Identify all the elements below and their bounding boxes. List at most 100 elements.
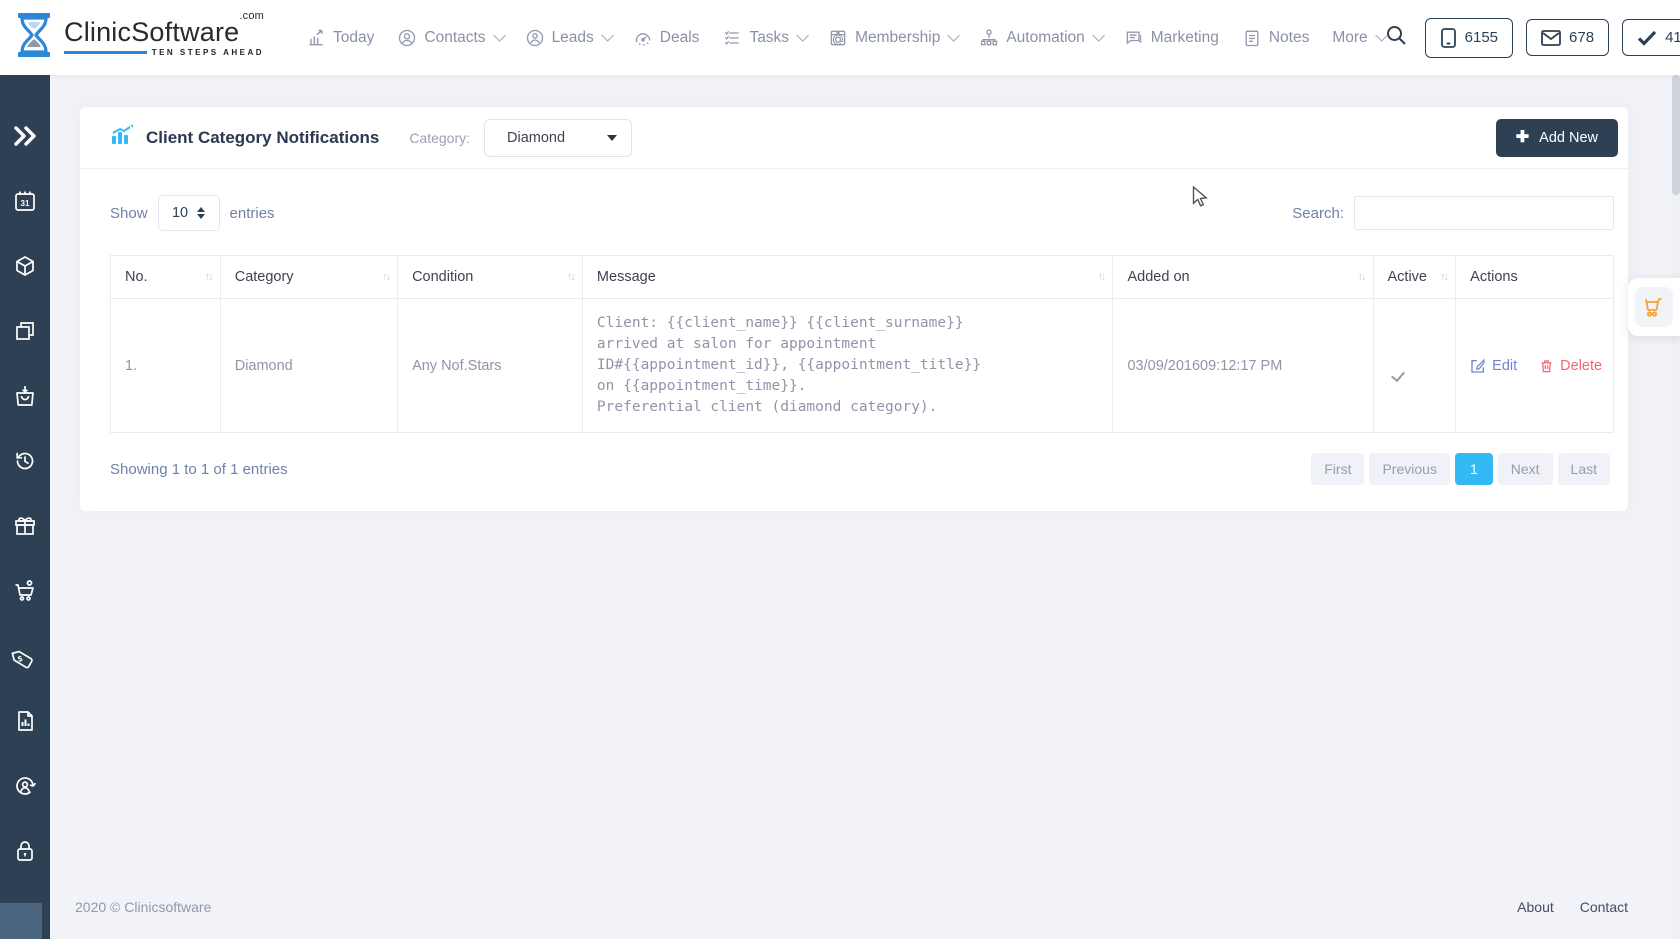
pagination-first[interactable]: First	[1311, 453, 1364, 485]
marketing-icon	[1124, 28, 1144, 48]
notes-icon	[1242, 28, 1262, 48]
phone-count: 6155	[1465, 29, 1498, 46]
mail-icon	[1541, 30, 1561, 46]
nav-item-automation[interactable]: Automation	[979, 28, 1100, 48]
column-header-condition[interactable]: Condition↑↓	[398, 256, 583, 299]
user-sync-icon[interactable]	[12, 773, 38, 799]
notifications-table: No.↑↓ Category↑↓ Condition↑↓ Message↑↓ A…	[110, 255, 1614, 433]
brand-tagline: TEN STEPS AHEAD	[152, 48, 264, 57]
sort-icon: ↑↓	[382, 271, 389, 283]
leads-icon	[525, 28, 545, 48]
column-header-message[interactable]: Message↑↓	[582, 256, 1113, 299]
tasks-count: 41	[1665, 29, 1680, 46]
footer-link-about[interactable]: About	[1517, 899, 1554, 915]
nav-item-today[interactable]: Today	[306, 28, 374, 48]
copyright-text: 2020 © Clinicsoftware	[75, 899, 211, 915]
mail-counter-badge[interactable]: 678	[1526, 19, 1609, 56]
price-tag-icon[interactable]: $	[12, 643, 38, 669]
nav-item-contacts[interactable]: Contacts	[397, 28, 501, 48]
mail-count: 678	[1569, 29, 1594, 46]
check-icon	[1637, 30, 1657, 46]
contacts-icon	[397, 28, 417, 48]
notifications-card: Client Category Notifications Category: …	[80, 107, 1628, 511]
show-label: Show	[110, 205, 148, 222]
bag-download-icon[interactable]	[12, 383, 38, 409]
sort-icon: ↑↓	[1097, 271, 1104, 283]
phone-icon	[1440, 28, 1457, 48]
package-icon[interactable]	[12, 253, 38, 279]
table-controls: Show 10 entries Search:	[110, 195, 1614, 231]
pagination-last[interactable]: Last	[1558, 453, 1610, 485]
page-title: Client Category Notifications	[146, 128, 379, 148]
entries-summary: Showing 1 to 1 of 1 entries	[110, 461, 288, 478]
gift-icon[interactable]	[12, 513, 38, 539]
cell-category: Diamond	[220, 299, 397, 433]
nav-item-marketing[interactable]: Marketing	[1124, 28, 1219, 48]
cell-active	[1373, 299, 1456, 433]
nav-item-notes[interactable]: Notes	[1242, 28, 1310, 48]
lock-icon[interactable]	[12, 838, 38, 864]
chart-title-icon	[110, 124, 134, 151]
chevron-down-icon	[1092, 29, 1105, 42]
copy-icon[interactable]	[12, 318, 38, 344]
table-header-row: No.↑↓ Category↑↓ Condition↑↓ Message↑↓ A…	[111, 256, 1614, 299]
search-input[interactable]	[1354, 196, 1614, 230]
hourglass-logo-icon	[12, 11, 56, 64]
nav-item-more[interactable]: More	[1332, 29, 1383, 47]
sort-icon: ↑↓	[567, 271, 574, 283]
nav-item-leads[interactable]: Leads	[525, 28, 610, 48]
sort-icon: ↑↓	[1440, 271, 1447, 283]
pagination-page-1[interactable]: 1	[1455, 453, 1493, 485]
cell-added-on: 03/09/201609:12:17 PM	[1113, 299, 1373, 433]
show-entries-group: Show 10 entries	[110, 195, 275, 231]
chevron-down-icon	[601, 29, 614, 42]
category-label: Category:	[409, 130, 470, 146]
tasks-counter-badge[interactable]: 41	[1622, 19, 1680, 56]
pagination-next[interactable]: Next	[1498, 453, 1553, 485]
column-header-active[interactable]: Active↑↓	[1373, 256, 1456, 299]
cell-message: Client: {{client_name}} {{client_surname…	[582, 299, 1113, 433]
footer-link-contact[interactable]: Contact	[1580, 899, 1628, 915]
column-header-category[interactable]: Category↑↓	[220, 256, 397, 299]
floating-cart-button[interactable]	[1628, 278, 1680, 336]
table-footer: Showing 1 to 1 of 1 entries First Previo…	[110, 453, 1614, 485]
delete-button[interactable]: Delete	[1539, 358, 1602, 374]
scrollbar[interactable]	[1672, 75, 1680, 939]
column-header-actions: Actions	[1456, 256, 1614, 299]
pagination-previous[interactable]: Previous	[1369, 453, 1449, 485]
main-content: Client Category Notifications Category: …	[50, 75, 1680, 899]
membership-icon	[828, 28, 848, 48]
phone-counter-badge[interactable]: 6155	[1425, 18, 1513, 58]
history-icon[interactable]	[12, 448, 38, 474]
navbar-right: 6155 678 41 ?	[1384, 15, 1680, 61]
chevron-down-icon	[796, 29, 809, 42]
category-selected-value: Diamond	[507, 130, 565, 146]
calendar-icon[interactable]: 31	[12, 188, 38, 214]
cell-condition: Any Nof.Stars	[398, 299, 583, 433]
cell-actions: Edit Delete	[1456, 299, 1614, 433]
nav-item-membership[interactable]: Membership	[828, 28, 956, 48]
brand-logo[interactable]: ClinicSoftware.com TEN STEPS AHEAD	[12, 11, 264, 64]
add-new-button[interactable]: ✚ Add New	[1496, 119, 1618, 157]
edit-button[interactable]: Edit	[1470, 358, 1517, 374]
column-header-added-on[interactable]: Added on↑↓	[1113, 256, 1373, 299]
left-sidebar: 31 $	[0, 75, 50, 939]
sort-icon: ↑↓	[1358, 271, 1365, 283]
edit-pencil-icon	[1470, 358, 1486, 374]
scrollbar-thumb[interactable]	[1672, 75, 1680, 195]
tasks-icon	[722, 28, 742, 48]
page-length-select[interactable]: 10	[158, 195, 220, 231]
sidebar-bottom-block[interactable]	[0, 903, 42, 939]
pagination: First Previous 1 Next Last	[1311, 453, 1610, 485]
report-icon[interactable]	[12, 708, 38, 734]
card-body: Show 10 entries Search: No.↑↓	[80, 169, 1628, 511]
nav-item-tasks[interactable]: Tasks	[722, 28, 805, 48]
expand-icon[interactable]	[12, 123, 38, 149]
page-length-value: 10	[172, 205, 188, 221]
search-icon[interactable]	[1384, 23, 1408, 52]
cart-gear-icon[interactable]	[12, 578, 38, 604]
column-header-no[interactable]: No.↑↓	[111, 256, 221, 299]
nav-item-deals[interactable]: Deals	[633, 28, 700, 48]
chevron-down-icon	[948, 29, 961, 42]
category-select[interactable]: Diamond	[484, 119, 632, 157]
